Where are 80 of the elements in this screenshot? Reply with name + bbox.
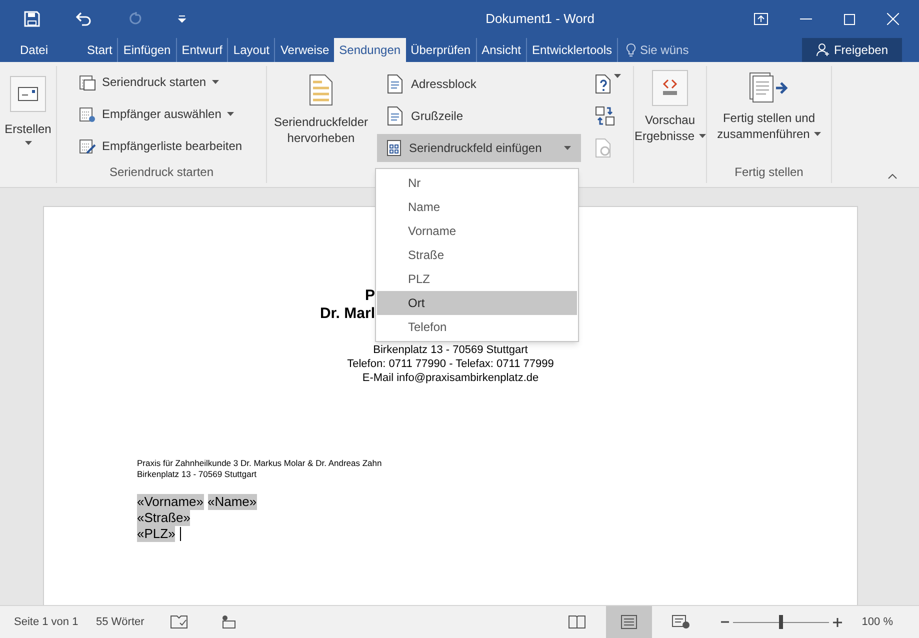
chevrons-icon xyxy=(660,79,680,97)
insert-field-button[interactable]: Seriendruckfeld einfügen xyxy=(377,134,581,162)
group-label: Fertig stellen xyxy=(734,164,804,181)
recipients-icon xyxy=(79,106,96,122)
caret-icon xyxy=(212,80,220,84)
menu-item[interactable]: Ort xyxy=(377,291,577,315)
book-icon xyxy=(568,615,586,629)
ribbon-command[interactable]: Empfänger auswählen xyxy=(102,105,222,123)
tell-me-field[interactable]: Sie wüns xyxy=(640,41,689,59)
menu-item[interactable]: Vorname xyxy=(377,219,577,243)
documents-icon xyxy=(79,74,96,90)
letterhead-text: Birkenplatz 13 - 70569 Stuttgart xyxy=(373,343,528,357)
caret-icon xyxy=(24,141,32,145)
view-button[interactable] xyxy=(606,606,652,638)
redo-icon xyxy=(128,12,142,26)
merge-field: «PLZ» xyxy=(137,526,176,542)
word-count[interactable]: 55 Wörter xyxy=(96,614,154,630)
zoom-slider-thumb[interactable] xyxy=(778,614,783,628)
menu-item[interactable]: PLZ xyxy=(377,267,577,291)
swap-icon[interactable] xyxy=(595,106,615,126)
customize-icon[interactable] xyxy=(178,15,186,23)
caret-icon xyxy=(614,74,621,78)
menu-item[interactable]: Name xyxy=(377,195,577,219)
text-cursor xyxy=(180,527,182,541)
ribbon-command[interactable]: Seriendruck starten xyxy=(102,73,206,91)
ribbon-command[interactable]: Grußzeile xyxy=(411,107,464,125)
envelope-icon[interactable] xyxy=(18,87,38,101)
letterhead-text: Dr. Marl xyxy=(320,305,375,322)
ribbon-tab[interactable]: Überprüfen xyxy=(406,38,476,62)
caret-icon xyxy=(698,134,706,138)
caret-icon xyxy=(564,146,571,150)
collapse-ribbon-icon[interactable] xyxy=(888,174,897,179)
help-document-icon[interactable] xyxy=(595,74,613,94)
merge-field: «Straße» xyxy=(137,510,190,526)
ribbon-tab[interactable]: Datei xyxy=(0,38,68,62)
person-add-icon xyxy=(816,43,830,57)
menu-item[interactable]: Nr xyxy=(377,171,577,195)
letterhead-text: Telefon: 0711 77990 - Telefax: 0711 77999 xyxy=(347,357,554,371)
web-page-icon xyxy=(672,615,690,629)
close-icon[interactable] xyxy=(887,13,899,25)
window-title: Dokument1 - Word xyxy=(486,11,594,26)
ribbon-command[interactable]: Adressblock xyxy=(411,75,476,93)
lightbulb-icon xyxy=(626,43,636,57)
zoom-in-icon[interactable] xyxy=(832,618,842,626)
menu-item[interactable]: Telefon xyxy=(377,315,577,339)
finish-merge-button[interactable]: Fertig stellen und zusammenführen xyxy=(717,110,821,142)
document-icon xyxy=(387,74,403,94)
ribbon-command[interactable]: Empfängerliste bearbeiten xyxy=(102,137,242,155)
document-icon xyxy=(387,106,403,126)
merge-field: «Name» xyxy=(208,494,257,510)
minimize-icon[interactable] xyxy=(800,18,812,20)
page-lines-icon xyxy=(620,615,637,629)
ribbon-display-icon[interactable] xyxy=(754,13,768,25)
zoom-level[interactable]: 100 % xyxy=(842,614,919,630)
preview-results-button[interactable]: Vorschau Ergebnisse xyxy=(634,112,706,144)
page-count[interactable]: Seite 1 von 1 xyxy=(0,614,96,630)
group-label: Seriendruck starten xyxy=(109,165,214,179)
field-icon xyxy=(387,140,401,156)
highlight-fields-button[interactable]: Seriendruckfelder hervorheben xyxy=(269,114,373,146)
caret-icon xyxy=(227,112,234,116)
ribbon-tab[interactable]: Start xyxy=(82,38,118,62)
share-button[interactable]: Freigeben xyxy=(802,38,902,62)
letterhead-text: E-Mail info@praxisambirkenplatz.de xyxy=(362,371,539,385)
create-button[interactable]: Erstellen xyxy=(4,120,52,138)
ribbon-tab[interactable]: Sendungen xyxy=(334,38,406,62)
maximize-icon[interactable] xyxy=(844,14,855,24)
sender-line: Birkenplatz 13 - 70569 Stuttgart xyxy=(137,469,257,479)
sender-line: Praxis für Zahnheilkunde 3 Dr. Markus Molar & Dr. Andreas Zahn xyxy=(137,458,382,468)
caret-icon xyxy=(814,132,821,136)
macro-icon[interactable] xyxy=(222,615,236,629)
proofing-book-icon[interactable] xyxy=(170,615,188,629)
menu-item[interactable]: Straße xyxy=(377,243,577,267)
document-icon xyxy=(309,74,333,106)
edit-list-icon xyxy=(79,138,96,154)
refresh-icon xyxy=(595,138,613,158)
undo-icon[interactable] xyxy=(76,12,92,26)
preview-button-icon[interactable] xyxy=(652,70,688,106)
letterhead-text: P xyxy=(364,287,375,304)
merge-field: «Vorname» xyxy=(137,494,204,510)
save-icon[interactable] xyxy=(24,11,40,27)
